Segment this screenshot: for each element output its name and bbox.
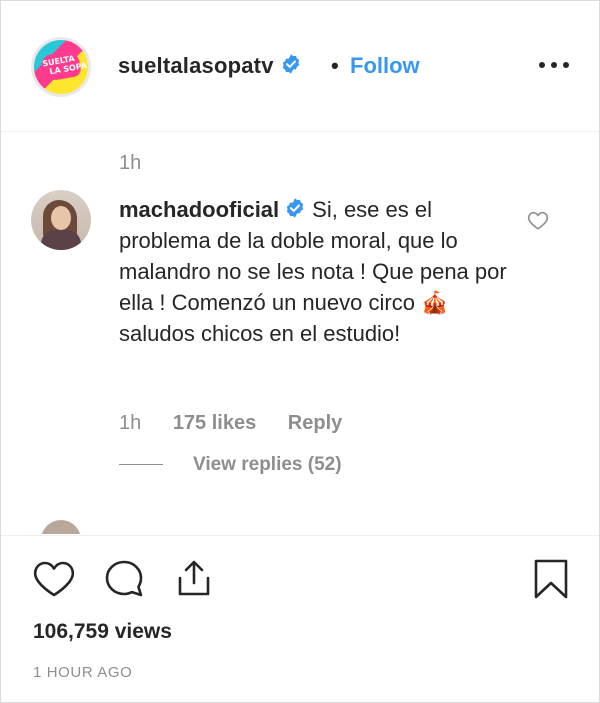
commenter-avatar[interactable] [31, 190, 91, 250]
verified-badge-icon [286, 198, 304, 218]
circus-tent-emoji: 🎪 [421, 290, 449, 315]
heart-icon[interactable] [33, 558, 75, 600]
comment-text: machadooficial Si, ese es el problema de… [119, 194, 509, 349]
comment-icon[interactable] [103, 558, 145, 600]
view-replies-label[interactable]: View replies (52) [193, 454, 342, 475]
view-replies-link[interactable]: View replies (52) [119, 454, 342, 476]
views-count[interactable]: 106,759 views [33, 620, 172, 644]
account-username[interactable]: sueltalasopatv [118, 53, 302, 79]
post-header: SUELTA LA SOPA! sueltalasopatv • Follow [1, 1, 599, 132]
comment-like-heart-icon[interactable] [527, 210, 549, 230]
brand-logo: SUELTA LA SOPA! [34, 40, 88, 94]
post-actions-bar: 106,759 views 1 HOUR AGO [1, 535, 599, 702]
post-timestamp: 1 HOUR AGO [33, 664, 133, 681]
account-avatar[interactable]: SUELTA LA SOPA! [31, 37, 91, 97]
instagram-post-panel: SUELTA LA SOPA! sueltalasopatv • Follow … [0, 0, 600, 703]
caption-timestamp: 1h [119, 152, 142, 174]
commenter-username[interactable]: machadooficial [119, 197, 279, 222]
comment-likes-count[interactable]: 175 likes [173, 412, 256, 435]
follow-button[interactable]: Follow [350, 53, 420, 79]
bookmark-icon[interactable] [531, 558, 571, 600]
header-separator: • [331, 53, 339, 78]
reply-button[interactable]: Reply [288, 412, 342, 435]
comments-section[interactable]: 1h machadooficial Si, ese es el problema… [1, 132, 599, 534]
verified-badge-icon [282, 54, 299, 74]
comment-time: 1h [119, 412, 142, 434]
share-icon[interactable] [173, 558, 215, 600]
more-options-icon[interactable] [537, 51, 571, 79]
next-commenter-avatar[interactable] [41, 520, 81, 534]
comment-body-end: saludos chicos en el estudio! [119, 321, 401, 346]
comment-meta: 1h 175 likes Reply [119, 412, 368, 435]
replies-divider-line [119, 464, 163, 466]
